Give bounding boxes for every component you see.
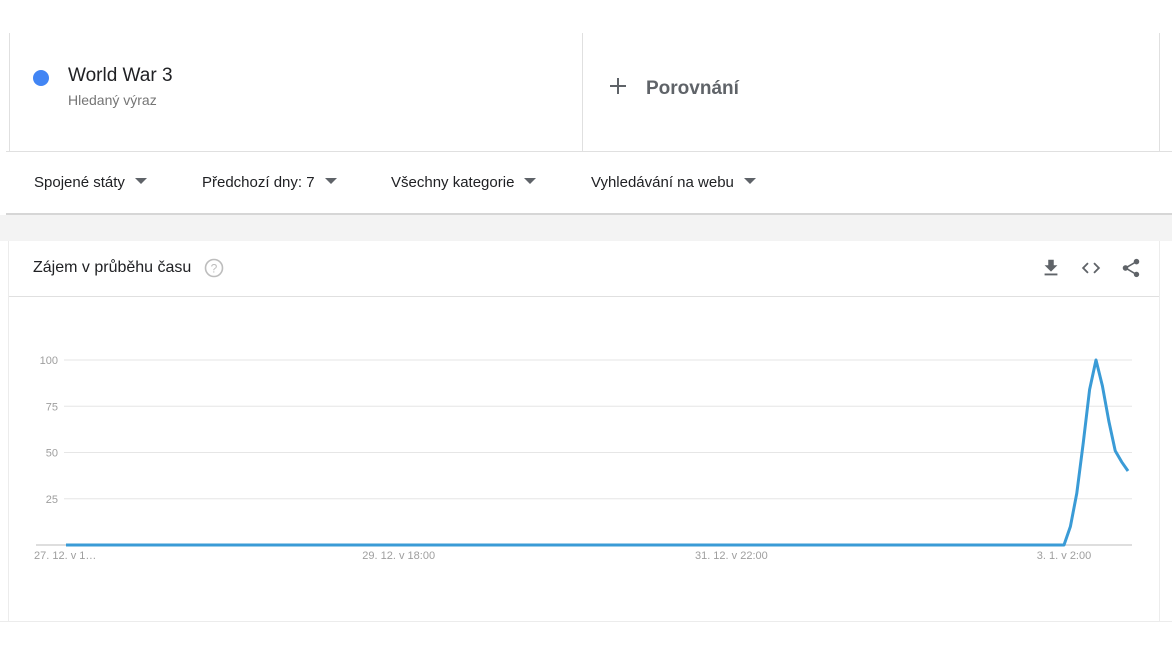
x-tick-label: 31. 12. v 22:00 <box>695 550 768 562</box>
embed-code-icon[interactable] <box>1080 257 1102 279</box>
region-filter-label: Spojené státy <box>34 174 125 191</box>
term-color-dot <box>33 70 49 86</box>
time-range-label: Předchozí dny: 7 <box>202 174 315 191</box>
share-icon[interactable] <box>1120 257 1142 279</box>
x-tick-label: 27. 12. v 1… <box>34 550 96 562</box>
search-terms-row: World War 3 Hledaný výraz Porovnání <box>9 33 1160 151</box>
category-dropdown[interactable]: Všechny kategorie <box>391 174 537 191</box>
term-card[interactable]: World War 3 Hledaný výraz <box>9 33 583 151</box>
caret-down-icon <box>134 178 147 184</box>
x-tick-label: 29. 12. v 18:00 <box>362 550 435 562</box>
compare-button[interactable]: Porovnání <box>583 33 1160 151</box>
help-circle-icon[interactable]: ? <box>204 258 224 278</box>
caret-down-icon <box>743 178 756 184</box>
category-label: Všechny kategorie <box>391 174 515 191</box>
download-icon[interactable] <box>1040 257 1062 279</box>
y-tick-label: 50 <box>46 448 58 460</box>
term-name[interactable]: World War 3 <box>68 65 173 87</box>
x-tick-label: 3. 1. v 2:00 <box>1037 550 1091 562</box>
card-bottom-border <box>0 621 1172 622</box>
plus-icon <box>609 77 627 95</box>
search-type-dropdown[interactable]: Vyhledávání na webu <box>591 174 756 191</box>
time-range-dropdown[interactable]: Předchozí dny: 7 <box>202 174 337 191</box>
svg-text:?: ? <box>211 262 218 276</box>
section-divider <box>0 215 1172 241</box>
filter-bar: Spojené státy Předchozí dny: 7 Všechny k… <box>6 151 1172 215</box>
y-tick-label: 25 <box>46 494 58 506</box>
caret-down-icon <box>324 178 337 184</box>
card-title: Zájem v průběhu času <box>33 259 192 276</box>
compare-label: Porovnání <box>646 78 739 99</box>
caret-down-icon <box>524 178 537 184</box>
search-type-label: Vyhledávání na webu <box>591 174 734 191</box>
term-subtitle: Hledaný výraz <box>68 92 157 108</box>
interest-line-chart: 25 50 75 100 27. 12. v 1… 29. 12. v 18:00 31.… <box>34 355 1132 562</box>
y-tick-label: 100 <box>40 355 58 367</box>
card-header: Zájem v průběhu času ? <box>9 241 1159 297</box>
y-tick-label: 75 <box>46 401 58 413</box>
region-filter-dropdown[interactable]: Spojené státy <box>34 174 147 191</box>
